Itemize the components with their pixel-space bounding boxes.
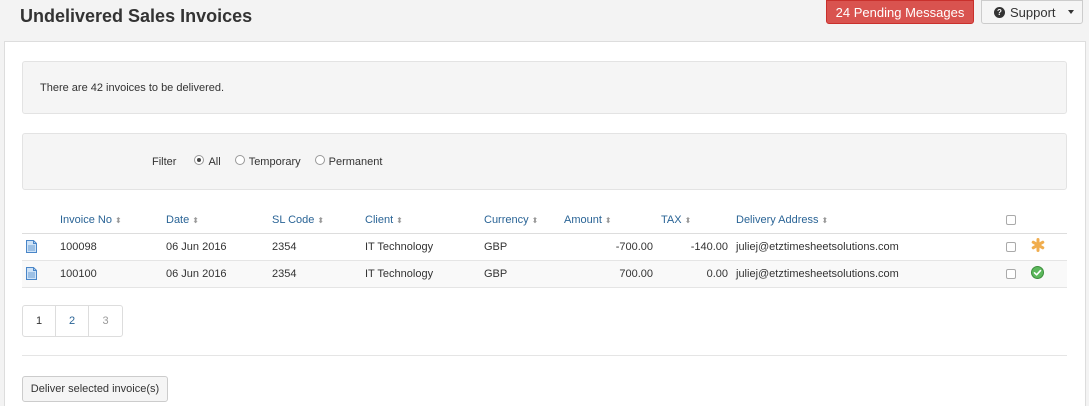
col-tax[interactable]: TAX ⬍: [657, 208, 732, 234]
filter-option-permanent[interactable]: Permanent: [314, 155, 383, 168]
cell-amount: -700.00: [560, 233, 657, 261]
filter-group: Filter All Temporary Permanent: [152, 155, 396, 168]
filter-option-label: Temporary: [248, 156, 301, 168]
cell-amount: 700.00: [560, 260, 657, 288]
view-invoice-cell[interactable]: [22, 260, 56, 288]
col-icon: [22, 208, 56, 234]
info-well: There are 42 invoices to be delivered.: [22, 61, 1067, 114]
check-circle-icon: [1031, 265, 1044, 279]
col-client[interactable]: Client ⬍: [361, 208, 480, 234]
cell-currency: GBP: [480, 233, 560, 261]
filter-label: Filter: [152, 156, 177, 168]
filter-option-all[interactable]: All: [194, 155, 221, 168]
cell-currency: GBP: [480, 260, 560, 288]
row-select-cell[interactable]: [1002, 233, 1027, 261]
cell-tax: 0.00: [657, 260, 732, 288]
select-all-checkbox[interactable]: [1006, 215, 1016, 226]
support-label: Support: [1010, 4, 1056, 20]
radio-permanent[interactable]: [314, 155, 325, 165]
filter-well: Filter All Temporary Permanent: [22, 133, 1067, 190]
sort-icon: ⬍: [684, 216, 692, 226]
col-date[interactable]: Date ⬍: [162, 208, 268, 234]
filter-option-temporary[interactable]: Temporary: [234, 155, 301, 168]
col-currency[interactable]: Currency ⬍: [480, 208, 560, 234]
row-checkbox[interactable]: [1006, 241, 1016, 252]
cell-invoice-no: 100098: [56, 233, 162, 261]
page-2[interactable]: 2: [56, 306, 89, 336]
page-1[interactable]: 1: [23, 306, 56, 336]
status-cell: [1027, 260, 1067, 288]
table-row: 100100 06 Jun 2016 2354 IT Technology GB…: [22, 260, 1067, 288]
invoice-count-message: There are 42 invoices to be delivered.: [40, 82, 225, 94]
divider: [22, 355, 1067, 356]
sort-icon: ⬍: [396, 216, 403, 226]
cell-sl-code: 2354: [268, 233, 361, 261]
col-status: [1027, 208, 1067, 234]
asterisk-icon: [1031, 238, 1045, 252]
radio-temporary[interactable]: [234, 155, 245, 165]
sort-icon: ⬍: [317, 216, 325, 226]
col-invoice-no[interactable]: Invoice No ⬍: [56, 208, 162, 234]
cell-date: 06 Jun 2016: [162, 260, 268, 288]
cell-address: juliej@etztimesheetsolutions.com: [732, 260, 1002, 288]
col-delivery-address[interactable]: Delivery Address ⬍: [732, 208, 1002, 234]
row-checkbox[interactable]: [1006, 268, 1016, 279]
sort-icon: ⬍: [114, 216, 122, 226]
invoices-table: Invoice No ⬍ Date ⬍ SL Code ⬍ Client ⬍ Curre…: [22, 208, 1067, 288]
support-button[interactable]: ? Support: [981, 0, 1083, 24]
cell-sl-code: 2354: [268, 260, 361, 288]
cell-invoice-no: 100100: [56, 260, 162, 288]
page-title: Undelivered Sales Invoices: [20, 6, 253, 26]
table-row: 100098 06 Jun 2016 2354 IT Technology GB…: [22, 233, 1067, 261]
sort-icon: ⬍: [604, 216, 612, 226]
view-invoice-cell[interactable]: [22, 233, 56, 261]
page-3[interactable]: 3: [89, 306, 122, 336]
cell-client: IT Technology: [361, 233, 480, 261]
sort-icon: ⬍: [821, 216, 829, 226]
document-icon[interactable]: [26, 267, 37, 280]
status-cell: [1027, 233, 1067, 261]
deliver-selected-button[interactable]: Deliver selected invoice(s): [22, 376, 168, 402]
question-circle-icon: ?: [994, 6, 1005, 18]
caret-down-icon: [1067, 10, 1074, 14]
row-select-cell[interactable]: [1002, 260, 1027, 288]
cell-date: 06 Jun 2016: [162, 233, 268, 261]
filter-option-label: Permanent: [328, 156, 383, 168]
pagination: 1 2 3: [22, 305, 123, 337]
main-panel: There are 42 invoices to be delivered. F…: [4, 41, 1086, 406]
document-icon[interactable]: [26, 240, 37, 253]
sort-icon: ⬍: [531, 216, 539, 226]
pending-messages-button[interactable]: 24 Pending Messages: [826, 0, 974, 24]
col-amount[interactable]: Amount ⬍: [560, 208, 657, 234]
filter-option-label: All: [208, 156, 221, 168]
col-select-all[interactable]: [1002, 208, 1027, 234]
cell-address: juliej@etztimesheetsolutions.com: [732, 233, 1002, 261]
cell-tax: -140.00: [657, 233, 732, 261]
radio-all[interactable]: [194, 155, 205, 165]
cell-client: IT Technology: [361, 260, 480, 288]
table-header-row: Invoice No ⬍ Date ⬍ SL Code ⬍ Client ⬍ Curre…: [22, 208, 1067, 234]
sort-icon: ⬍: [192, 216, 199, 226]
col-sl-code[interactable]: SL Code ⬍: [268, 208, 361, 234]
